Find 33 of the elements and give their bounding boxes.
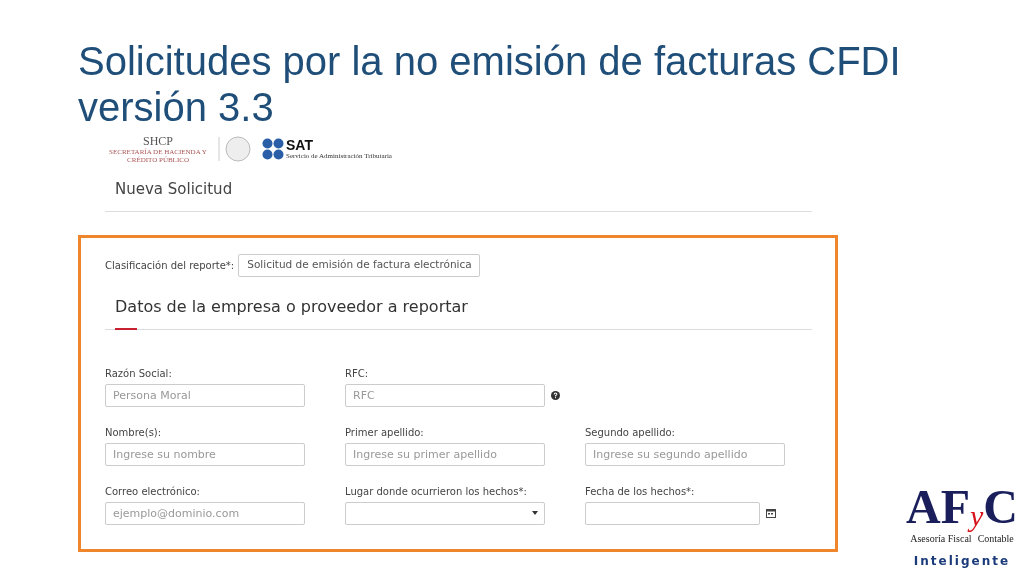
input-field[interactable]: Persona Moral bbox=[105, 383, 305, 407]
emblem-icon bbox=[218, 135, 252, 163]
help-icon[interactable] bbox=[551, 390, 560, 400]
dropdown-field[interactable] bbox=[345, 501, 545, 525]
field-label: Primer apellido: bbox=[345, 425, 425, 440]
logo-text: SHCP bbox=[143, 134, 173, 148]
logo-text: SAT bbox=[286, 138, 314, 152]
input-field[interactable]: ejemplo@dominio.com bbox=[105, 501, 305, 525]
input-field[interactable]: Ingrese su primer apellido bbox=[345, 442, 545, 466]
input-field[interactable]: Ingrese su segundo apellido bbox=[585, 442, 785, 466]
caret-icon bbox=[532, 511, 538, 515]
dots-logo-icon bbox=[262, 138, 284, 160]
logo-text: Asesoría Fiscal bbox=[910, 532, 972, 546]
calendar-icon[interactable] bbox=[766, 508, 776, 518]
page-heading: Nueva Solicitud bbox=[115, 179, 234, 200]
field-label: Nombre(s): bbox=[105, 425, 163, 440]
field-label: Razón Social: bbox=[105, 366, 173, 381]
dropdown-field[interactable]: Solicitud de emisión de factura electrónica bbox=[238, 253, 481, 277]
date-field[interactable] bbox=[585, 501, 760, 525]
input-field[interactable]: RFC bbox=[345, 383, 545, 407]
logo-text: Contable bbox=[977, 532, 1014, 546]
section-heading: Datos de la empresa o proveedor a reportar bbox=[115, 295, 469, 318]
logo-tagline: Inteligente bbox=[913, 553, 1011, 570]
input-field[interactable]: Ingrese su nombre bbox=[105, 442, 305, 466]
field-label: Lugar donde ocurrieron los hechos*: bbox=[345, 484, 528, 499]
field-label: Correo electrónico: bbox=[105, 484, 201, 499]
field-label: RFC: bbox=[345, 366, 370, 381]
accent-underline bbox=[115, 327, 137, 330]
field-label: Clasificación del reporte*: bbox=[105, 258, 235, 273]
field-label: Fecha de los hechos*: bbox=[585, 484, 696, 499]
field-label: Segundo apellido: bbox=[585, 425, 676, 440]
logo-letter: C bbox=[983, 483, 1018, 531]
slide-title: Solicitudes por la no emisión de facturas CFDI versión 3.3 bbox=[78, 38, 902, 130]
